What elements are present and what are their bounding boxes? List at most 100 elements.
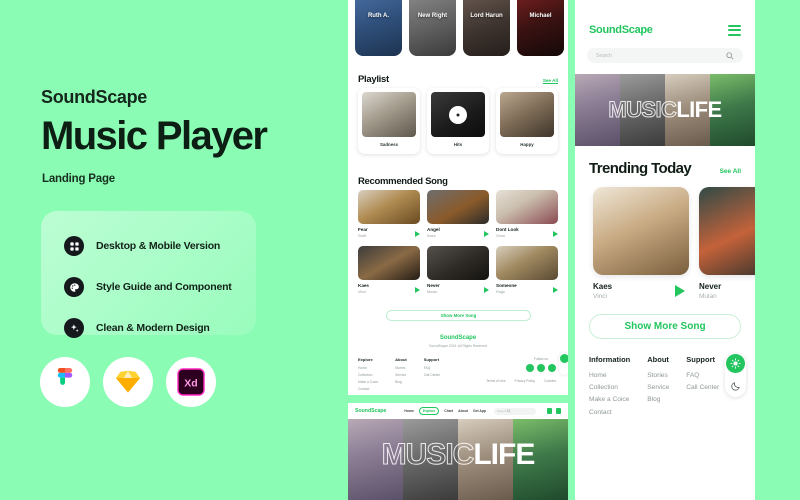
song-card[interactable]: Never Mulan — [699, 187, 755, 300]
legal-link[interactable]: Cookies — [544, 379, 556, 383]
artist-card[interactable]: New Right — [409, 0, 456, 56]
nav-item-chart[interactable]: Chart — [444, 409, 453, 413]
song-thumb — [593, 187, 689, 275]
xd-logo: Xd — [166, 357, 216, 407]
play-icon[interactable] — [675, 285, 685, 297]
song-card[interactable]: Fear Swift — [358, 190, 420, 239]
search-icon[interactable] — [726, 51, 734, 60]
play-icon[interactable] — [553, 287, 558, 294]
sun-icon[interactable] — [726, 354, 745, 373]
song-thumb — [358, 190, 420, 224]
legal-link[interactable]: Privacy Policy — [515, 379, 536, 383]
instagram-icon[interactable] — [548, 364, 556, 372]
twitter-icon[interactable] — [537, 364, 545, 372]
trending-section-header: Trending Today See All — [575, 146, 755, 177]
song-card[interactable]: Kaes Vinci — [593, 187, 689, 300]
moon-icon[interactable] — [726, 376, 745, 395]
footer-link[interactable]: Make a Coice — [358, 379, 378, 386]
play-icon[interactable] — [415, 231, 420, 237]
page-title: Music Player — [41, 114, 268, 158]
playlist-section-header: Playlist See All — [358, 74, 558, 85]
song-artist: Rage — [496, 290, 506, 295]
song-card[interactable]: Never Mulan — [427, 246, 489, 295]
footer-link[interactable]: FAQ — [424, 365, 441, 372]
song-thumb — [496, 190, 558, 224]
feature-label: Clean & Modern Design — [96, 322, 210, 334]
see-all-link[interactable]: See All — [720, 168, 741, 175]
show-more-song-button[interactable]: Show More Song — [589, 314, 741, 339]
mobile-search-input[interactable]: Search — [587, 48, 743, 63]
nav-item-home[interactable]: Home — [404, 409, 413, 413]
song-title: Kaes — [593, 282, 613, 291]
nav-item-about[interactable]: About — [458, 409, 468, 413]
page-subtitle: Landing Page — [42, 173, 115, 185]
song-title: Angel — [427, 227, 440, 232]
play-icon[interactable] — [553, 231, 558, 237]
footer-link[interactable]: Call Center — [424, 372, 441, 379]
song-card[interactable]: Kaes Vinci — [358, 246, 420, 295]
footer-link[interactable]: Blog — [647, 394, 669, 406]
cart-icon[interactable] — [547, 408, 552, 414]
footer-link[interactable]: Service — [395, 372, 407, 379]
footer-link[interactable]: Blog — [395, 379, 407, 386]
play-icon[interactable] — [484, 231, 489, 237]
hero-headline: MUSICLIFE — [348, 437, 568, 472]
brand-name: SoundScape — [41, 87, 148, 107]
hero-word-outline: MUSIC — [608, 97, 677, 123]
footer-link[interactable]: Collection — [589, 382, 630, 394]
sun-icon[interactable] — [560, 354, 568, 363]
song-title: Never — [427, 283, 440, 289]
footer-link[interactable]: Contact — [589, 407, 630, 419]
footer-link[interactable]: Home — [589, 370, 630, 382]
feature-item-style-guide: Style Guide and Component — [64, 277, 232, 297]
song-card[interactable]: Someone Rage — [496, 246, 558, 295]
desktop-search-input[interactable]: Search — [494, 407, 536, 415]
playlist-card[interactable]: Happy — [496, 88, 558, 154]
facebook-icon[interactable] — [526, 364, 534, 372]
theme-toggle[interactable] — [559, 353, 568, 375]
hero-headline: MUSICLIFE — [575, 97, 755, 123]
song-card[interactable]: Angel Kaes — [427, 190, 489, 239]
show-more-song-button[interactable]: Show More Song — [386, 310, 531, 321]
song-thumb — [699, 187, 755, 275]
artist-card[interactable]: Ruth A. — [355, 0, 402, 56]
song-card[interactable]: Dont Look Onne — [496, 190, 558, 239]
footer-link[interactable]: Contact — [358, 386, 378, 393]
theme-toggle[interactable] — [725, 353, 746, 397]
footer-link[interactable]: Stories — [395, 365, 407, 372]
footer-link[interactable]: Service — [647, 382, 669, 394]
artist-card[interactable]: Michael — [517, 0, 564, 56]
hamburger-icon[interactable] — [728, 24, 741, 36]
footer-link[interactable]: Call Center — [686, 382, 719, 394]
artist-card[interactable]: Lord Harun — [463, 0, 510, 56]
footer-link[interactable]: Stories — [647, 370, 669, 382]
feature-list-card: Desktop & Mobile Version Style Guide and… — [41, 211, 256, 338]
footer-link[interactable]: Collection — [358, 372, 378, 379]
playlist-card[interactable]: Hits — [427, 88, 489, 154]
playlist-card[interactable]: Sadness — [358, 88, 420, 154]
footer-link[interactable]: FAQ — [686, 370, 719, 382]
nav-item-explore[interactable]: Explore — [418, 407, 440, 415]
playlist-thumb — [362, 92, 416, 137]
footer-column-information: Information Home Collection Make a Coice… — [589, 355, 630, 419]
recommended-song-grid: Fear Swift Angel Kaes Dont Look Onne Kae… — [358, 190, 558, 295]
footer-copyright: SoundScape 2024. All Rights Reserved — [429, 344, 487, 348]
footer-column-about: About Stories Service Blog — [647, 355, 669, 419]
footer-link[interactable]: Home — [358, 365, 378, 372]
search-icon — [506, 409, 511, 413]
playlist-label: Hits — [453, 142, 463, 147]
play-icon[interactable] — [415, 287, 420, 294]
section-title: Playlist — [358, 74, 389, 85]
song-thumb — [427, 190, 489, 224]
play-icon[interactable] — [484, 287, 489, 294]
profile-icon[interactable] — [556, 408, 561, 414]
search-placeholder: Search — [497, 409, 507, 413]
mobile-mockup-right: SoundScape Search MUSICLIFE Trending Tod… — [575, 0, 755, 500]
see-all-link[interactable]: See All — [543, 78, 558, 83]
desktop-hero-banner: MUSICLIFE — [348, 419, 568, 500]
footer-heading: Support — [423, 357, 440, 362]
footer-link[interactable]: Make a Coice — [589, 394, 630, 406]
legal-link[interactable]: Terms of Use — [486, 379, 505, 383]
song-title: Fear — [358, 227, 368, 232]
nav-item-get-app[interactable]: Get App — [473, 409, 486, 413]
